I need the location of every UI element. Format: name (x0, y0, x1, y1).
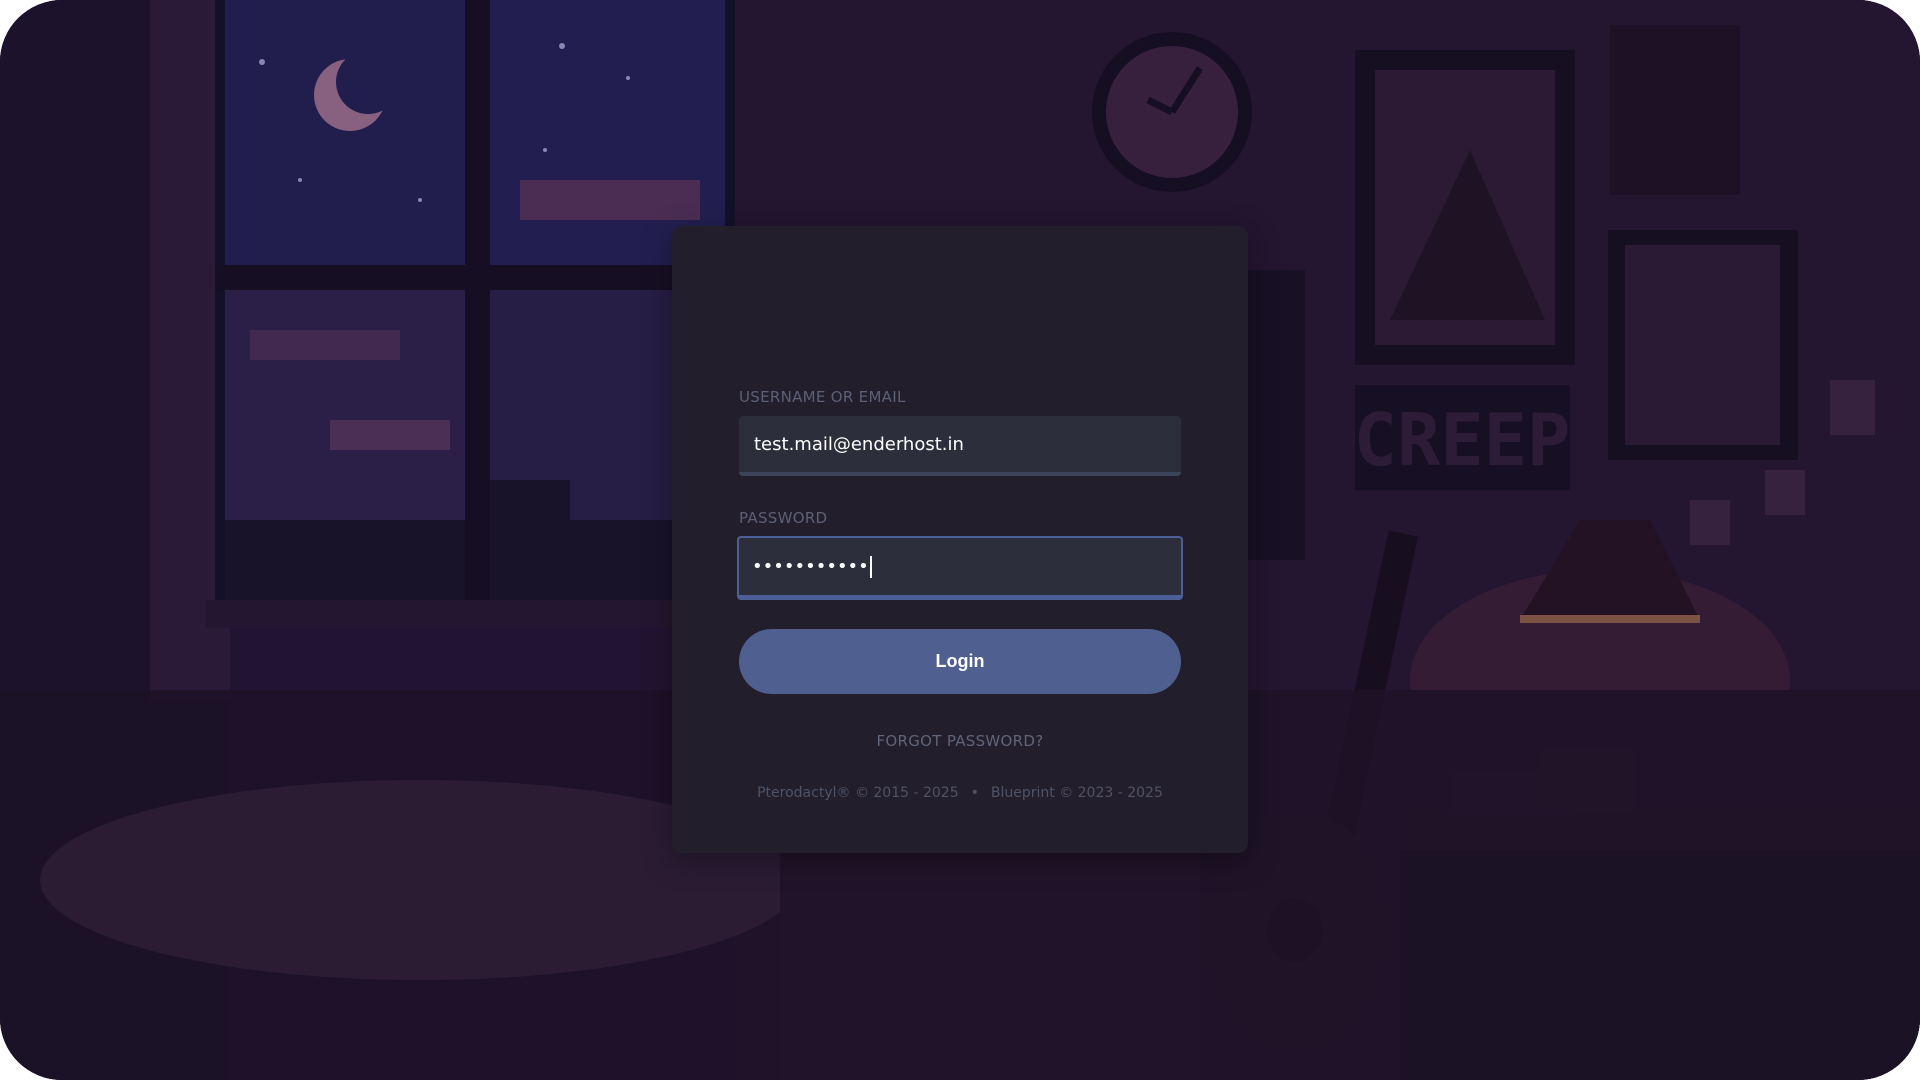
username-value: test.mail@enderhost.in (754, 433, 964, 455)
password-value: ••••••••••• (752, 556, 869, 577)
footer-pterodactyl: Pterodactyl® © 2015 - 2025 (757, 785, 959, 801)
password-label: PASSWORD (739, 509, 828, 527)
login-button[interactable]: Login (739, 629, 1181, 694)
footer-blueprint: Blueprint © 2023 - 2025 (990, 785, 1163, 801)
password-input[interactable]: ••••••••••• (737, 536, 1183, 600)
username-label: USERNAME OR EMAIL (739, 388, 906, 406)
forgot-password-link[interactable]: FORGOT PASSWORD? (672, 732, 1248, 750)
app-window: CREEP USERNAME OR EMAIL test.mail@enderh… (0, 0, 1920, 1080)
login-card: USERNAME OR EMAIL test.mail@enderhost.in… (672, 226, 1248, 853)
text-caret (869, 555, 872, 578)
username-input[interactable]: test.mail@enderhost.in (739, 416, 1181, 476)
footer-separator: • (970, 785, 979, 801)
footer: Pterodactyl® © 2015 - 2025 • Blueprint © 2… (672, 785, 1248, 801)
